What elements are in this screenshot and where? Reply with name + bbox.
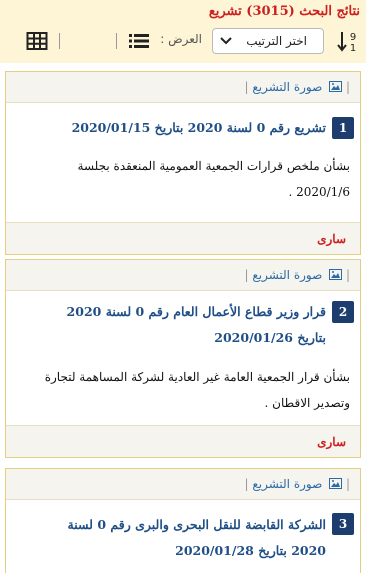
result-number-badge: 3 [332, 513, 354, 535]
card-header: | صورة التشريع | [6, 469, 360, 500]
list-view-icon[interactable] [128, 31, 150, 51]
view-separator [59, 33, 60, 49]
result-controls: 9 1 اختر الترتيب العرض : [6, 27, 360, 55]
law-image-link[interactable]: | صورة التشريع | [244, 80, 350, 94]
view-label: العرض : [160, 32, 202, 46]
result-title[interactable]: الشركة القابضة للنقل البحرى والبرى رقم 0… [14, 512, 326, 564]
card-footer: سارى [6, 425, 360, 457]
sort-select-value: اختر الترتيب [246, 34, 307, 48]
results-count-title: نتائج البحث (3015) تشريع [208, 4, 360, 19]
result-description-line: بشأن ملخص قرارات الجمعية العمومية المنعق… [77, 159, 350, 173]
sort-numeric-down-icon[interactable]: 9 1 [336, 29, 360, 53]
law-image-link-label: صورة التشريع [252, 80, 323, 94]
picture-icon [329, 81, 343, 92]
chevron-down-icon [220, 37, 232, 45]
sort-select[interactable]: اختر الترتيب [212, 28, 324, 54]
svg-text:1: 1 [350, 43, 356, 53]
result-title-line: تشريع رقم 0 لسنة 2020 بتاريخ 2020/01/15 [71, 120, 326, 135]
result-description-line: وتصدير الاقطان . [264, 396, 350, 410]
result-title[interactable]: قرار وزير قطاع الأعمال العام رقم 0 لسنة … [14, 299, 326, 351]
law-image-link[interactable]: | صورة التشريع | [244, 268, 350, 282]
result-description-line: 2020/1/6 . [288, 185, 350, 199]
picture-icon [329, 478, 343, 489]
result-card: | صورة التشريع | 3 الشركة القابضة للنقل … [5, 468, 361, 573]
result-title-line: قرار وزير قطاع الأعمال العام رقم 0 لسنة … [66, 304, 326, 319]
status-badge: سارى [317, 435, 346, 449]
card-header: | صورة التشريع | [6, 72, 360, 103]
result-card: | صورة التشريع | 1 تشريع رقم 0 لسنة 2020… [5, 71, 361, 255]
result-title[interactable]: تشريع رقم 0 لسنة 2020 بتاريخ 2020/01/15 [14, 115, 326, 141]
svg-text:9: 9 [350, 32, 356, 43]
result-title-line: بتاريخ 2020/01/26 [214, 330, 326, 345]
law-image-link[interactable]: | صورة التشريع | [244, 477, 350, 491]
result-description: بشأن قرار الجمعية العامة غير العادية لشر… [18, 364, 350, 416]
grid-view-icon[interactable] [26, 30, 48, 52]
results-header: نتائج البحث (3015) تشريع 9 1 اختر الترتي… [0, 0, 366, 63]
result-description: بشأن ملخص قرارات الجمعية العمومية المنعق… [18, 153, 350, 205]
law-image-link-label: صورة التشريع [252, 477, 323, 491]
result-description-line: بشأن قرار الجمعية العامة غير العادية لشر… [44, 370, 350, 384]
law-image-link-label: صورة التشريع [252, 268, 323, 282]
card-header: | صورة التشريع | [6, 260, 360, 291]
result-card: | صورة التشريع | 2 قرار وزير قطاع الأعما… [5, 259, 361, 458]
card-footer: سارى [6, 222, 360, 254]
view-separator [116, 33, 117, 49]
picture-icon [329, 269, 343, 280]
result-title-line: الشركة القابضة للنقل البحرى والبرى رقم 0… [67, 517, 326, 532]
result-title-line: 2020 بتاريخ 2020/01/28 [175, 543, 326, 558]
result-number-badge: 2 [332, 301, 354, 323]
result-number-badge: 1 [332, 117, 354, 139]
status-badge: سارى [317, 232, 346, 246]
